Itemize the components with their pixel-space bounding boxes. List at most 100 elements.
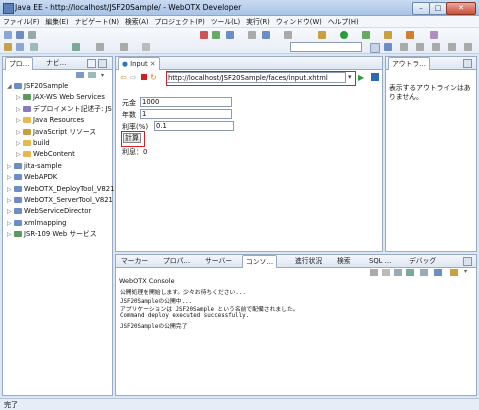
print-icon[interactable] <box>28 31 36 39</box>
menu-navigate[interactable]: ナビゲート(N) <box>72 16 122 28</box>
back-icon[interactable] <box>96 43 104 51</box>
tree-item[interactable]: ▷ Java Resources <box>16 115 84 126</box>
menu-search[interactable]: 検索(A) <box>122 16 152 28</box>
open-type-icon[interactable] <box>406 31 414 39</box>
bug-icon[interactable] <box>318 31 326 39</box>
console-terminate-icon[interactable] <box>370 269 378 276</box>
tree-item[interactable]: ▷ xmlmapping <box>7 218 66 229</box>
tool-icon[interactable] <box>16 43 24 51</box>
console-menu-icon[interactable]: ▾ <box>464 268 467 275</box>
menu-file[interactable]: ファイル(F) <box>0 16 42 28</box>
sync-icon[interactable] <box>248 31 256 39</box>
menu-tools[interactable]: ツール(L) <box>208 16 243 28</box>
quick-access-input[interactable] <box>290 42 362 52</box>
console-open-icon[interactable] <box>450 269 458 276</box>
new-wizard-icon[interactable] <box>384 31 392 39</box>
expanded-arrow-icon[interactable]: ◢ <box>7 81 14 92</box>
tab-properties[interactable]: プロパ… <box>160 255 193 267</box>
collapsed-arrow-icon[interactable]: ▷ <box>7 206 14 217</box>
collapsed-arrow-icon[interactable]: ▷ <box>7 161 14 172</box>
build-icon[interactable] <box>4 43 12 51</box>
menu-help[interactable]: ヘルプ(H) <box>325 16 362 28</box>
bottom-maximize-icon[interactable] <box>463 257 472 266</box>
collapsed-arrow-icon[interactable]: ▷ <box>16 138 23 149</box>
url-dropdown-icon[interactable]: ▾ <box>348 73 352 81</box>
collapse-all-icon[interactable] <box>76 72 84 78</box>
tree-item[interactable]: ◢ JSF20Sample <box>7 81 68 92</box>
outline-maximize-icon[interactable] <box>463 59 472 68</box>
console-pin-icon[interactable] <box>420 269 428 276</box>
link-icon[interactable] <box>284 31 292 39</box>
browser-go-icon[interactable]: ▶ <box>358 73 364 82</box>
perspective-javaee-icon[interactable] <box>384 43 392 51</box>
tab-input[interactable]: ● Input ✕ <box>118 57 160 70</box>
tab-outline[interactable]: アウトラ… <box>388 57 430 70</box>
principal-input[interactable]: 1000 <box>140 97 232 107</box>
minimize-view-icon[interactable] <box>87 59 96 68</box>
tree-item[interactable]: ▷ build <box>16 138 50 149</box>
perspective-java-icon[interactable] <box>400 43 408 51</box>
tree-item[interactable]: ▷ WebContent <box>16 149 75 160</box>
collapsed-arrow-icon[interactable]: ▷ <box>7 172 14 183</box>
collapsed-arrow-icon[interactable]: ▷ <box>16 115 23 126</box>
web-icon[interactable] <box>262 31 270 39</box>
console-display-icon[interactable] <box>434 269 442 276</box>
tree-item[interactable]: ▷ JavaScript リソース <box>16 127 96 138</box>
tab-search[interactable]: 検索 <box>334 255 354 267</box>
search-icon[interactable] <box>30 43 38 51</box>
menu-edit[interactable]: 編集(E) <box>42 16 71 28</box>
deploy-icon[interactable] <box>226 31 234 39</box>
tab-console[interactable]: コンソ… <box>242 255 278 268</box>
run-icon[interactable] <box>340 31 348 39</box>
maximize-view-icon[interactable] <box>98 59 107 68</box>
debug-icon[interactable] <box>200 31 208 39</box>
collapsed-arrow-icon[interactable]: ▷ <box>7 218 14 229</box>
browser-stop-icon[interactable] <box>141 74 147 80</box>
tab-progress[interactable]: 進行状況 <box>292 255 325 267</box>
tree-item[interactable]: ▷ JSR-109 Web サービス <box>7 229 97 240</box>
pin-icon[interactable] <box>142 43 150 51</box>
collapsed-arrow-icon[interactable]: ▷ <box>7 229 14 240</box>
tab-project-explorer[interactable]: プロ… <box>5 57 34 70</box>
server-icon[interactable] <box>212 31 220 39</box>
browser-settings-icon[interactable] <box>371 73 379 81</box>
save-icon[interactable] <box>16 31 24 39</box>
collapsed-arrow-icon[interactable]: ▷ <box>16 149 23 160</box>
console-clear-icon[interactable] <box>394 269 402 276</box>
tree-item[interactable]: ▷ WebOTX_ServerTool_V821 <box>7 195 113 206</box>
browser-refresh-icon[interactable]: ↻ <box>150 73 157 82</box>
minimize-button[interactable]: – <box>412 2 430 15</box>
tree-item[interactable]: ▷ JAX-WS Web Services <box>16 92 105 103</box>
link-editor-icon[interactable] <box>88 72 96 78</box>
perspective-web-icon[interactable] <box>464 43 472 51</box>
maximize-button[interactable]: □ <box>429 2 447 15</box>
external-tools-icon[interactable] <box>362 31 370 39</box>
perspective-db-icon[interactable] <box>432 43 440 51</box>
collapsed-arrow-icon[interactable]: ▷ <box>16 127 23 138</box>
tree-item[interactable]: ▷ WebOTX_DeployTool_V821 <box>7 184 114 195</box>
pen-icon[interactable] <box>430 31 438 39</box>
tab-navigator[interactable]: ナビ… <box>43 57 69 69</box>
console-remove-icon[interactable] <box>382 269 390 276</box>
perspective-debug-icon[interactable] <box>416 43 424 51</box>
collapsed-arrow-icon[interactable]: ▷ <box>16 104 23 115</box>
forward-icon[interactable] <box>120 43 128 51</box>
years-input[interactable]: 1 <box>140 109 232 119</box>
console-scroll-lock-icon[interactable] <box>406 269 414 276</box>
tab-servers[interactable]: サーバー <box>202 255 235 267</box>
rate-input[interactable]: 0.1 <box>154 121 234 131</box>
view-menu-icon[interactable]: ▾ <box>101 72 107 79</box>
close-button[interactable]: ✕ <box>446 2 476 15</box>
tree-item[interactable]: ▷ WebServiceDirector <box>7 206 91 217</box>
browser-forward-icon[interactable]: ⇨ <box>130 73 137 82</box>
menu-window[interactable]: ウィンドウ(W) <box>273 16 325 28</box>
tab-markers[interactable]: マーカー <box>118 255 151 267</box>
new-icon[interactable] <box>4 31 12 39</box>
tree-item[interactable]: ▷ jita-sample <box>7 161 62 172</box>
collapsed-arrow-icon[interactable]: ▷ <box>7 184 14 195</box>
browser-back-icon[interactable]: ⇦ <box>120 73 127 82</box>
tree-item[interactable]: ▷ WebAPDK <box>7 172 57 183</box>
perspective-team-icon[interactable] <box>448 43 456 51</box>
tree-item[interactable]: ▷ デプロイメント記述子: JS <box>16 104 112 115</box>
refactor-icon[interactable] <box>72 43 80 51</box>
